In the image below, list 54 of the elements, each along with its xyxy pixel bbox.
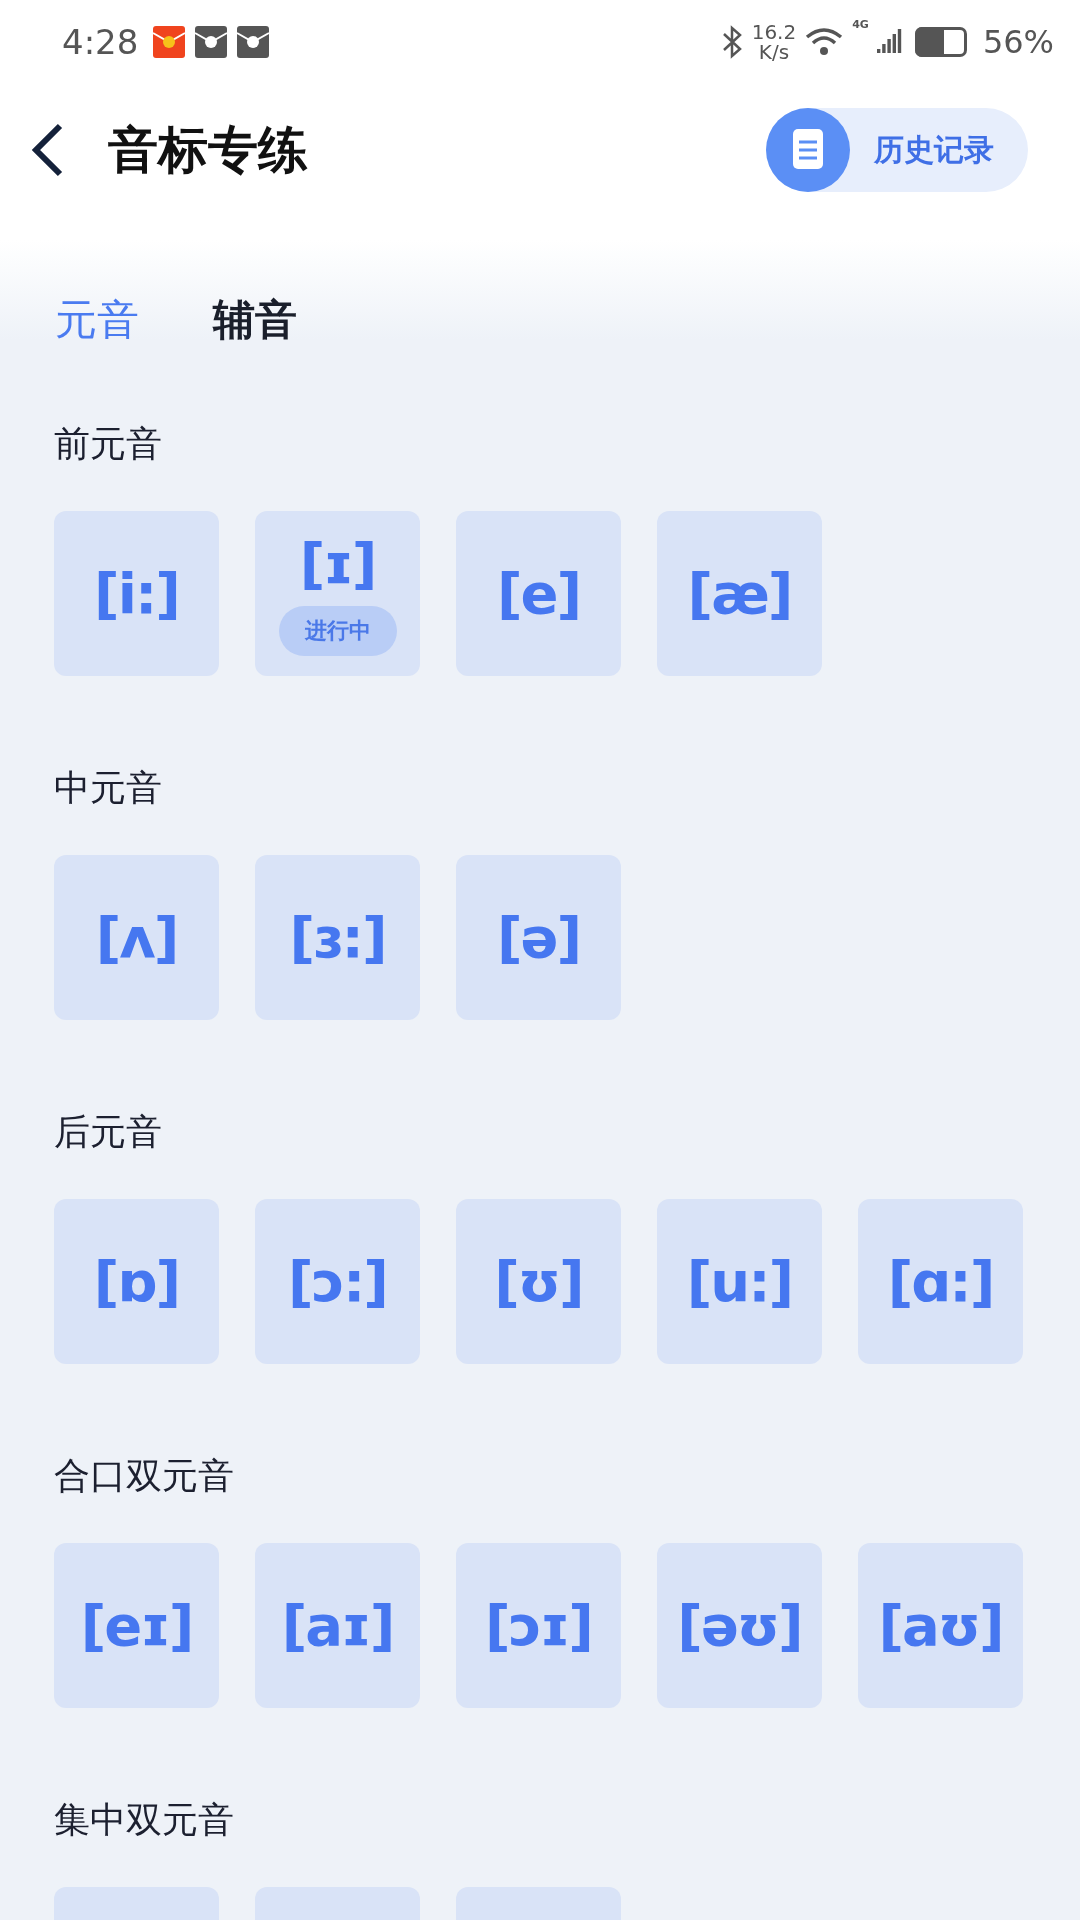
phoneme-symbol: [i:]	[94, 561, 179, 626]
phoneme-symbol: [ə]	[496, 905, 581, 970]
phoneme-tile[interactable]: [u:]	[657, 1199, 822, 1364]
phoneme-symbol: [ɔ:]	[288, 1249, 387, 1314]
battery-icon	[914, 27, 967, 57]
phoneme-symbol: [əʊ]	[677, 1593, 802, 1658]
phoneme-tile[interactable]: [ʌ]	[54, 855, 219, 1020]
speed-unit: K/s	[758, 42, 790, 62]
phoneme-tile[interactable]: [e]	[456, 511, 621, 676]
phoneme-tile[interactable]: [ɔɪ]	[456, 1543, 621, 1708]
section-title: 集中双元音	[54, 1798, 235, 1842]
phoneme-symbol: [ʊ]	[494, 1249, 583, 1314]
phoneme-symbol: [aʊ]	[878, 1593, 1003, 1658]
phoneme-symbol: [ɒ]	[93, 1249, 180, 1314]
phoneme-tile[interactable]: [ɪ] 进行中	[255, 511, 420, 676]
phoneme-symbol: [aɪ]	[281, 1593, 394, 1658]
page-title: 音标专练	[108, 119, 309, 181]
phoneme-symbol: [ɜ:]	[289, 905, 386, 970]
envelope-icon	[236, 25, 271, 59]
section-title: 前元音	[54, 422, 163, 466]
phoneme-symbol: [eɪ]	[80, 1593, 193, 1658]
phoneme-tile[interactable]: [aɪ]	[255, 1543, 420, 1708]
section-title: 后元音	[54, 1110, 163, 1154]
phoneme-symbol: [ɔɪ]	[485, 1593, 592, 1658]
phoneme-symbol: [æ]	[687, 561, 792, 626]
phoneme-tile[interactable]: [ɜ:]	[255, 855, 420, 1020]
phoneme-symbol: [ɪ]	[299, 531, 376, 596]
category-tab[interactable]: 辅音	[213, 292, 297, 348]
phoneme-tile[interactable]: [i:]	[54, 511, 219, 676]
network-speed: 16.2	[751, 22, 797, 42]
in-progress-badge: 进行中	[278, 606, 397, 656]
phoneme-symbol: [u:]	[686, 1249, 793, 1314]
category-tab[interactable]: 元音	[55, 292, 139, 348]
battery-percent: 56%	[982, 23, 1054, 61]
phoneme-tile[interactable]: [ʊ]	[456, 1199, 621, 1364]
section-title: 中元音	[54, 766, 163, 810]
document-icon	[766, 108, 850, 192]
phoneme-symbol: [ʌ]	[95, 905, 178, 970]
status-time: 4:28	[62, 22, 139, 62]
phoneme-tile[interactable]: [ɑ:]	[858, 1199, 1023, 1364]
phoneme-tile[interactable]: [æ]	[657, 511, 822, 676]
phoneme-symbol: [ɑ:]	[887, 1249, 994, 1314]
phoneme-tile[interactable]: [əʊ]	[657, 1543, 822, 1708]
phoneme-tile[interactable]: [eɪ]	[54, 1543, 219, 1708]
network-type: 4G	[852, 18, 869, 31]
phoneme-tile[interactable]: [ɒ]	[54, 1199, 219, 1364]
phoneme-tile[interactable]: [aʊ]	[858, 1543, 1023, 1708]
section-title: 合口双元音	[54, 1454, 235, 1498]
history-button[interactable]: 历史记录	[766, 108, 1028, 192]
phoneme-tile[interactable]: [ə]	[456, 855, 621, 1020]
phoneme-tile[interactable]: [ɔ:]	[255, 1199, 420, 1364]
envelope-icon	[194, 25, 229, 59]
phoneme-symbol: [e]	[496, 561, 581, 626]
envelope-icon	[152, 25, 187, 59]
